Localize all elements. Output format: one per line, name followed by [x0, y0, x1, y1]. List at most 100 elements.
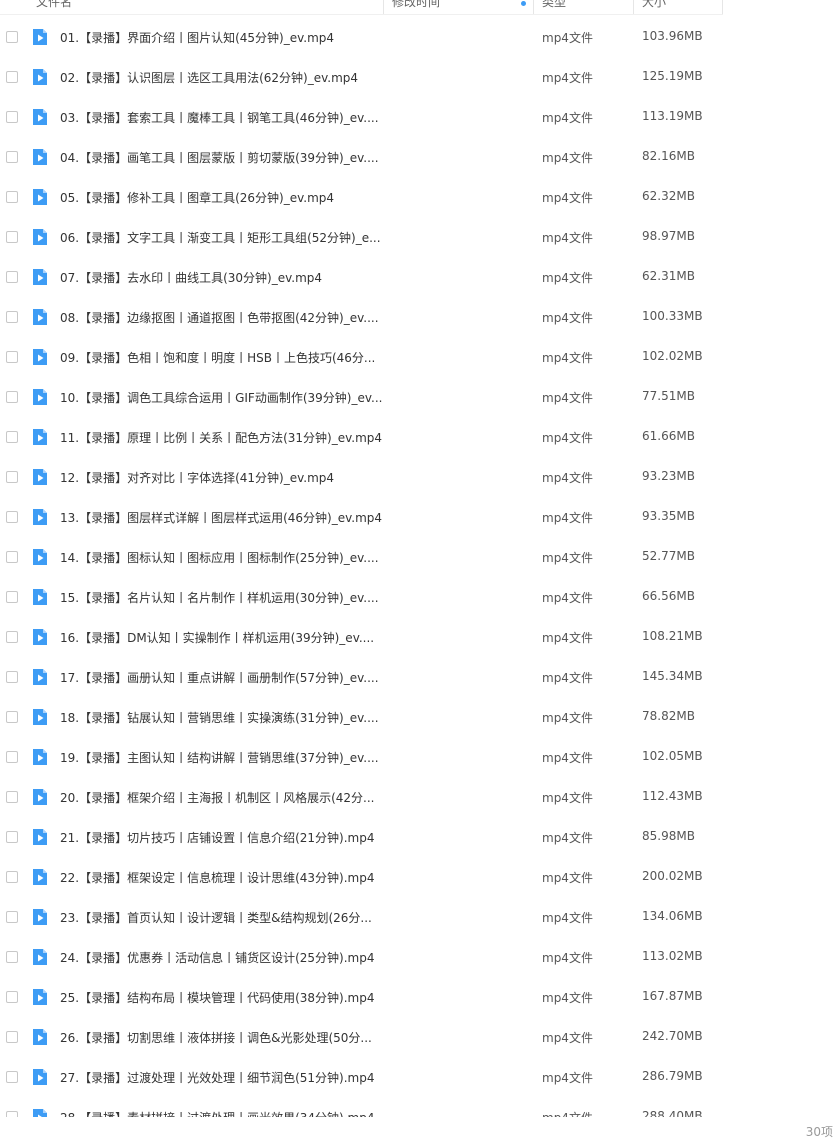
column-header-name[interactable]: 文件名: [36, 0, 72, 10]
file-name[interactable]: 18.【录播】钻展认知丨营销思维丨实操演练(31分钟)_ev....: [60, 709, 379, 726]
row-checkbox[interactable]: [6, 151, 18, 163]
file-row[interactable]: 07.【录播】去水印丨曲线工具(30分钟)_ev.mp4 mp4文件 62.31…: [0, 257, 839, 297]
file-name[interactable]: 03.【录播】套索工具丨魔棒工具丨钢笔工具(46分钟)_ev....: [60, 109, 379, 126]
file-row[interactable]: 12.【录播】对齐对比丨字体选择(41分钟)_ev.mp4 mp4文件 93.2…: [0, 457, 839, 497]
file-name[interactable]: 11.【录播】原理丨比例丨关系丨配色方法(31分钟)_ev.mp4: [60, 429, 382, 446]
file-name[interactable]: 26.【录播】切割思维丨液体拼接丨调色&光影处理(50分...: [60, 1029, 372, 1046]
file-name[interactable]: 14.【录播】图标认知丨图标应用丨图标制作(25分钟)_ev....: [60, 549, 379, 566]
column-divider[interactable]: [383, 0, 384, 14]
file-name[interactable]: 10.【录播】调色工具综合运用丨GIF动画制作(39分钟)_ev...: [60, 389, 382, 406]
file-row[interactable]: 21.【录播】切片技巧丨店铺设置丨信息介绍(21分钟).mp4 mp4文件 85…: [0, 817, 839, 857]
row-checkbox[interactable]: [6, 471, 18, 483]
row-checkbox[interactable]: [6, 511, 18, 523]
file-name[interactable]: 15.【录播】名片认知丨名片制作丨样机运用(30分钟)_ev....: [60, 589, 379, 606]
row-checkbox[interactable]: [6, 71, 18, 83]
row-checkbox[interactable]: [6, 351, 18, 363]
file-name[interactable]: 17.【录播】画册认知丨重点讲解丨画册制作(57分钟)_ev....: [60, 669, 379, 686]
file-name[interactable]: 09.【录播】色相丨饱和度丨明度丨HSB丨上色技巧(46分...: [60, 349, 375, 366]
row-checkbox[interactable]: [6, 271, 18, 283]
file-row[interactable]: 23.【录播】首页认知丨设计逻辑丨类型&结构规划(26分... mp4文件 13…: [0, 897, 839, 937]
file-name[interactable]: 27.【录播】过渡处理丨光效处理丨细节润色(51分钟).mp4: [60, 1069, 374, 1086]
file-row[interactable]: 17.【录播】画册认知丨重点讲解丨画册制作(57分钟)_ev.... mp4文件…: [0, 657, 839, 697]
file-name[interactable]: 05.【录播】修补工具丨图章工具(26分钟)_ev.mp4: [60, 189, 334, 206]
file-type: mp4文件: [542, 231, 593, 245]
column-header-modified[interactable]: 修改时间: [392, 0, 440, 10]
row-checkbox[interactable]: [6, 871, 18, 883]
file-row[interactable]: 09.【录播】色相丨饱和度丨明度丨HSB丨上色技巧(46分... mp4文件 1…: [0, 337, 839, 377]
file-type: mp4文件: [542, 911, 593, 925]
column-divider[interactable]: [633, 0, 634, 14]
file-name[interactable]: 02.【录播】认识图层丨选区工具用法(62分钟)_ev.mp4: [60, 69, 358, 86]
file-size: 102.05MB: [642, 749, 703, 763]
row-checkbox[interactable]: [6, 751, 18, 763]
row-checkbox[interactable]: [6, 31, 18, 43]
file-row[interactable]: 15.【录播】名片认知丨名片制作丨样机运用(30分钟)_ev.... mp4文件…: [0, 577, 839, 617]
file-row[interactable]: 27.【录播】过渡处理丨光效处理丨细节润色(51分钟).mp4 mp4文件 28…: [0, 1057, 839, 1097]
row-checkbox[interactable]: [6, 711, 18, 723]
file-row[interactable]: 18.【录播】钻展认知丨营销思维丨实操演练(31分钟)_ev.... mp4文件…: [0, 697, 839, 737]
file-name[interactable]: 08.【录播】边缘抠图丨通道抠图丨色带抠图(42分钟)_ev....: [60, 309, 379, 326]
file-name[interactable]: 24.【录播】优惠券丨活动信息丨铺货区设计(25分钟).mp4: [60, 949, 374, 966]
video-file-icon: [33, 509, 47, 525]
column-header-size[interactable]: 大小: [642, 0, 666, 10]
row-checkbox[interactable]: [6, 1031, 18, 1043]
file-row[interactable]: 05.【录播】修补工具丨图章工具(26分钟)_ev.mp4 mp4文件 62.3…: [0, 177, 839, 217]
file-row[interactable]: 16.【录播】DM认知丨实操制作丨样机运用(39分钟)_ev.... mp4文件…: [0, 617, 839, 657]
file-name[interactable]: 20.【录播】框架介绍丨主海报丨机制区丨风格展示(42分...: [60, 789, 374, 806]
column-divider[interactable]: [722, 0, 723, 14]
file-row[interactable]: 13.【录播】图层样式详解丨图层样式运用(46分钟)_ev.mp4 mp4文件 …: [0, 497, 839, 537]
row-checkbox[interactable]: [6, 911, 18, 923]
file-row[interactable]: 01.【录播】界面介绍丨图片认知(45分钟)_ev.mp4 mp4文件 103.…: [0, 17, 839, 57]
file-row[interactable]: 24.【录播】优惠券丨活动信息丨铺货区设计(25分钟).mp4 mp4文件 11…: [0, 937, 839, 977]
file-row[interactable]: 08.【录播】边缘抠图丨通道抠图丨色带抠图(42分钟)_ev.... mp4文件…: [0, 297, 839, 337]
file-size: 61.66MB: [642, 429, 695, 443]
row-checkbox[interactable]: [6, 111, 18, 123]
file-name[interactable]: 23.【录播】首页认知丨设计逻辑丨类型&结构规划(26分...: [60, 909, 372, 926]
video-file-icon: [33, 269, 47, 285]
file-row[interactable]: 10.【录播】调色工具综合运用丨GIF动画制作(39分钟)_ev... mp4文…: [0, 377, 839, 417]
file-row[interactable]: 28.【录播】素材拼接丨过渡处理丨画光效果(34分钟).mp4 mp4文件 28…: [0, 1097, 839, 1117]
row-checkbox[interactable]: [6, 1071, 18, 1083]
file-name[interactable]: 01.【录播】界面介绍丨图片认知(45分钟)_ev.mp4: [60, 29, 334, 46]
file-row[interactable]: 22.【录播】框架设定丨信息梳理丨设计思维(43分钟).mp4 mp4文件 20…: [0, 857, 839, 897]
file-name[interactable]: 16.【录播】DM认知丨实操制作丨样机运用(39分钟)_ev....: [60, 629, 374, 646]
row-checkbox[interactable]: [6, 191, 18, 203]
row-checkbox[interactable]: [6, 951, 18, 963]
row-checkbox[interactable]: [6, 791, 18, 803]
file-row[interactable]: 19.【录播】主图认知丨结构讲解丨营销思维(37分钟)_ev.... mp4文件…: [0, 737, 839, 777]
row-checkbox[interactable]: [6, 671, 18, 683]
file-row[interactable]: 20.【录播】框架介绍丨主海报丨机制区丨风格展示(42分... mp4文件 11…: [0, 777, 839, 817]
file-type: mp4文件: [542, 751, 593, 765]
row-checkbox[interactable]: [6, 991, 18, 1003]
file-row[interactable]: 11.【录播】原理丨比例丨关系丨配色方法(31分钟)_ev.mp4 mp4文件 …: [0, 417, 839, 457]
row-checkbox[interactable]: [6, 311, 18, 323]
file-row[interactable]: 14.【录播】图标认知丨图标应用丨图标制作(25分钟)_ev.... mp4文件…: [0, 537, 839, 577]
file-name[interactable]: 13.【录播】图层样式详解丨图层样式运用(46分钟)_ev.mp4: [60, 509, 382, 526]
row-checkbox[interactable]: [6, 551, 18, 563]
file-name[interactable]: 25.【录播】结构布局丨模块管理丨代码使用(38分钟).mp4: [60, 989, 374, 1006]
file-row[interactable]: 02.【录播】认识图层丨选区工具用法(62分钟)_ev.mp4 mp4文件 12…: [0, 57, 839, 97]
file-row[interactable]: 03.【录播】套索工具丨魔棒工具丨钢笔工具(46分钟)_ev.... mp4文件…: [0, 97, 839, 137]
file-type: mp4文件: [542, 311, 593, 325]
file-row[interactable]: 06.【录播】文字工具丨渐变工具丨矩形工具组(52分钟)_e... mp4文件 …: [0, 217, 839, 257]
row-checkbox[interactable]: [6, 631, 18, 643]
row-checkbox[interactable]: [6, 831, 18, 843]
file-name[interactable]: 28.【录播】素材拼接丨过渡处理丨画光效果(34分钟).mp4: [60, 1109, 374, 1117]
file-row[interactable]: 25.【录播】结构布局丨模块管理丨代码使用(38分钟).mp4 mp4文件 16…: [0, 977, 839, 1017]
column-divider[interactable]: [533, 0, 534, 14]
file-name[interactable]: 12.【录播】对齐对比丨字体选择(41分钟)_ev.mp4: [60, 469, 334, 486]
file-name[interactable]: 19.【录播】主图认知丨结构讲解丨营销思维(37分钟)_ev....: [60, 749, 379, 766]
row-checkbox[interactable]: [6, 1111, 18, 1117]
file-name[interactable]: 07.【录播】去水印丨曲线工具(30分钟)_ev.mp4: [60, 269, 322, 286]
row-checkbox[interactable]: [6, 391, 18, 403]
file-name[interactable]: 06.【录播】文字工具丨渐变工具丨矩形工具组(52分钟)_e...: [60, 229, 381, 246]
file-name[interactable]: 22.【录播】框架设定丨信息梳理丨设计思维(43分钟).mp4: [60, 869, 374, 886]
file-row[interactable]: 04.【录播】画笔工具丨图层蒙版丨剪切蒙版(39分钟)_ev.... mp4文件…: [0, 137, 839, 177]
file-name[interactable]: 04.【录播】画笔工具丨图层蒙版丨剪切蒙版(39分钟)_ev....: [60, 149, 379, 166]
row-checkbox[interactable]: [6, 231, 18, 243]
row-checkbox[interactable]: [6, 591, 18, 603]
file-name[interactable]: 21.【录播】切片技巧丨店铺设置丨信息介绍(21分钟).mp4: [60, 829, 374, 846]
column-header-type[interactable]: 类型: [542, 0, 566, 10]
row-checkbox[interactable]: [6, 431, 18, 443]
file-row[interactable]: 26.【录播】切割思维丨液体拼接丨调色&光影处理(50分... mp4文件 24…: [0, 1017, 839, 1057]
